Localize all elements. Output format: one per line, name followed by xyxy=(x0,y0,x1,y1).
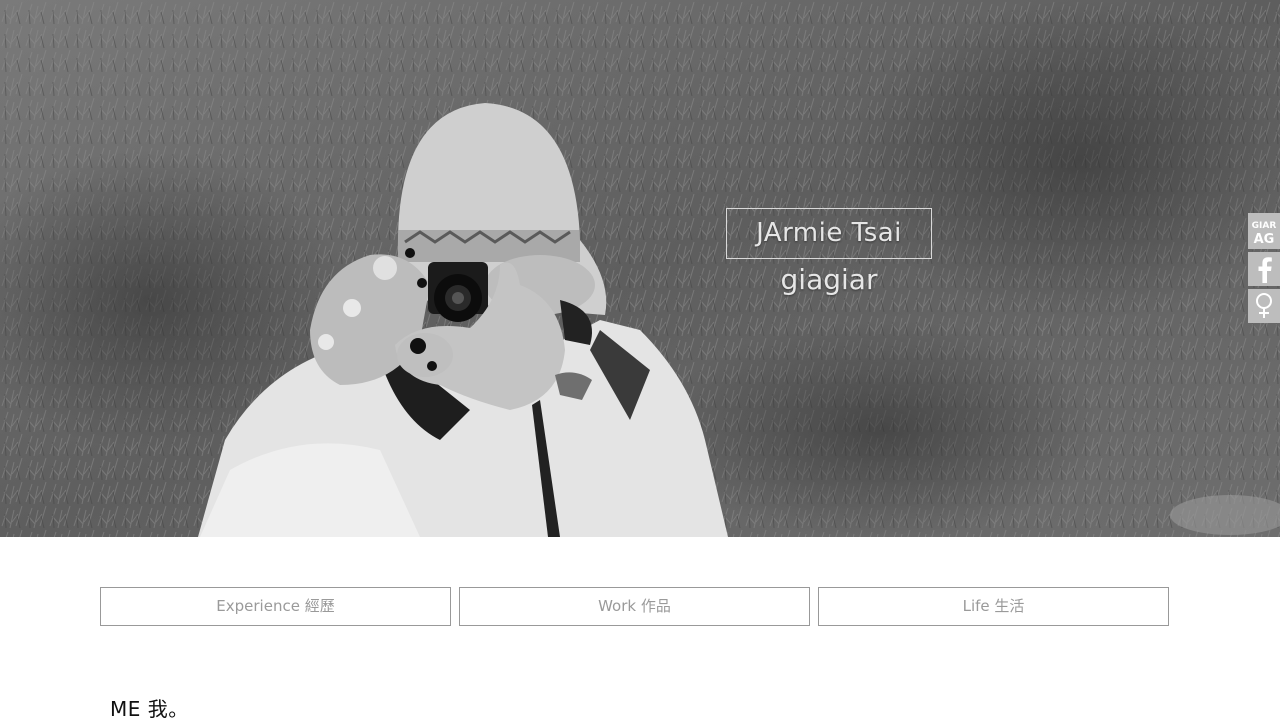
section-title: ME 我。 xyxy=(110,697,189,721)
main-nav: Experience 經歷 Work 作品 Life 生活 xyxy=(100,587,1170,626)
venus-symbol-icon xyxy=(1256,293,1272,318)
site-brand: JArmie Tsai giagiar xyxy=(726,208,932,297)
facebook-icon xyxy=(1258,257,1272,283)
facebook-link[interactable] xyxy=(1248,252,1280,286)
hero-photo: JArmie Tsai giagiar GIAR AG xyxy=(0,0,1280,537)
social-links: GIAR AG xyxy=(1248,213,1280,326)
giagiar-link[interactable]: GIAR AG xyxy=(1248,213,1280,249)
nav-experience-button[interactable]: Experience 經歷 xyxy=(100,587,451,626)
profile-link[interactable] xyxy=(1248,289,1280,323)
nav-work-button[interactable]: Work 作品 xyxy=(459,587,810,626)
site-title: JArmie Tsai xyxy=(726,208,932,259)
giagiar-logo-icon: GIAR AG xyxy=(1252,221,1277,247)
svg-text:GIAR: GIAR xyxy=(1252,221,1277,231)
site-subtitle: giagiar xyxy=(780,263,878,296)
nav-life-button[interactable]: Life 生活 xyxy=(818,587,1169,626)
hero-image xyxy=(0,0,1280,537)
svg-text:AG: AG xyxy=(1254,232,1275,247)
